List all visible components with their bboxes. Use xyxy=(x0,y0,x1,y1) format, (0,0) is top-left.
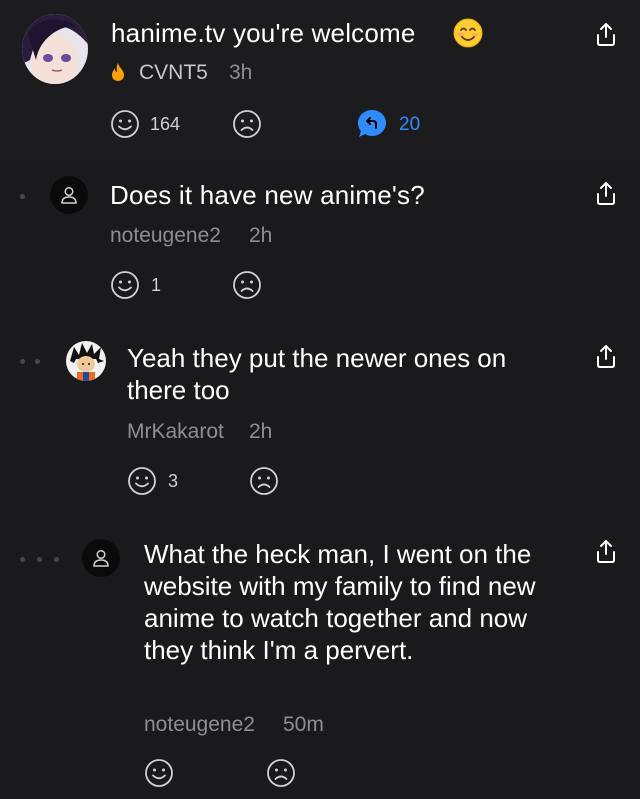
share-icon[interactable] xyxy=(595,181,617,207)
user-icon xyxy=(93,549,109,567)
reply-time: 50m xyxy=(283,713,324,736)
thread-depth-dot xyxy=(20,194,25,199)
goku-avatar[interactable] xyxy=(66,341,106,381)
reply-text: What the heck man, I went on the website… xyxy=(144,539,536,665)
reply-username[interactable]: noteugene2 xyxy=(110,224,221,248)
frown-reaction-icon[interactable] xyxy=(232,270,262,300)
smile-reaction-icon[interactable] xyxy=(144,758,174,788)
post-time: 3h xyxy=(229,61,253,84)
post-title: hanime.tv you're welcome xyxy=(111,18,416,48)
reply-thread xyxy=(0,160,640,799)
reply-text: Does it have new anime's? xyxy=(110,180,425,210)
thread-depth-dot xyxy=(20,557,25,562)
like-count: 3 xyxy=(168,471,179,491)
fire-icon xyxy=(110,62,126,82)
reply-username[interactable]: noteugene2 xyxy=(144,713,255,737)
thread-depth-dot xyxy=(35,359,40,364)
frown-reaction-icon[interactable] xyxy=(266,758,296,788)
reply-count-icon[interactable] xyxy=(356,108,388,140)
reply-text: Yeah they put the newer ones on there to… xyxy=(127,343,507,405)
smile-reaction-icon[interactable] xyxy=(110,109,140,139)
avatar[interactable] xyxy=(82,539,120,577)
smile-reaction-icon[interactable] xyxy=(127,466,157,496)
smiling-face-emoji xyxy=(453,18,483,48)
like-count: 1 xyxy=(151,275,162,295)
avatar[interactable] xyxy=(50,176,88,214)
reply-count[interactable]: 20 xyxy=(399,114,420,136)
frown-reaction-icon[interactable] xyxy=(232,109,262,139)
frown-reaction-icon[interactable] xyxy=(249,466,279,496)
share-icon[interactable] xyxy=(595,539,617,565)
post-username[interactable]: CVNT5 xyxy=(139,61,208,85)
share-icon[interactable] xyxy=(595,344,617,370)
thread-depth-dot xyxy=(54,557,59,562)
reply-time: 2h xyxy=(249,420,273,443)
smile-reaction-icon[interactable] xyxy=(110,270,140,300)
reply-time: 2h xyxy=(249,224,273,247)
user-icon xyxy=(61,186,77,204)
thread-depth-dot xyxy=(20,359,25,364)
reply-username[interactable]: MrKakarot xyxy=(127,420,224,444)
thread-depth-dot xyxy=(37,557,42,562)
anime-avatar[interactable] xyxy=(22,14,88,84)
share-icon[interactable] xyxy=(595,22,617,48)
like-count: 164 xyxy=(150,114,181,134)
